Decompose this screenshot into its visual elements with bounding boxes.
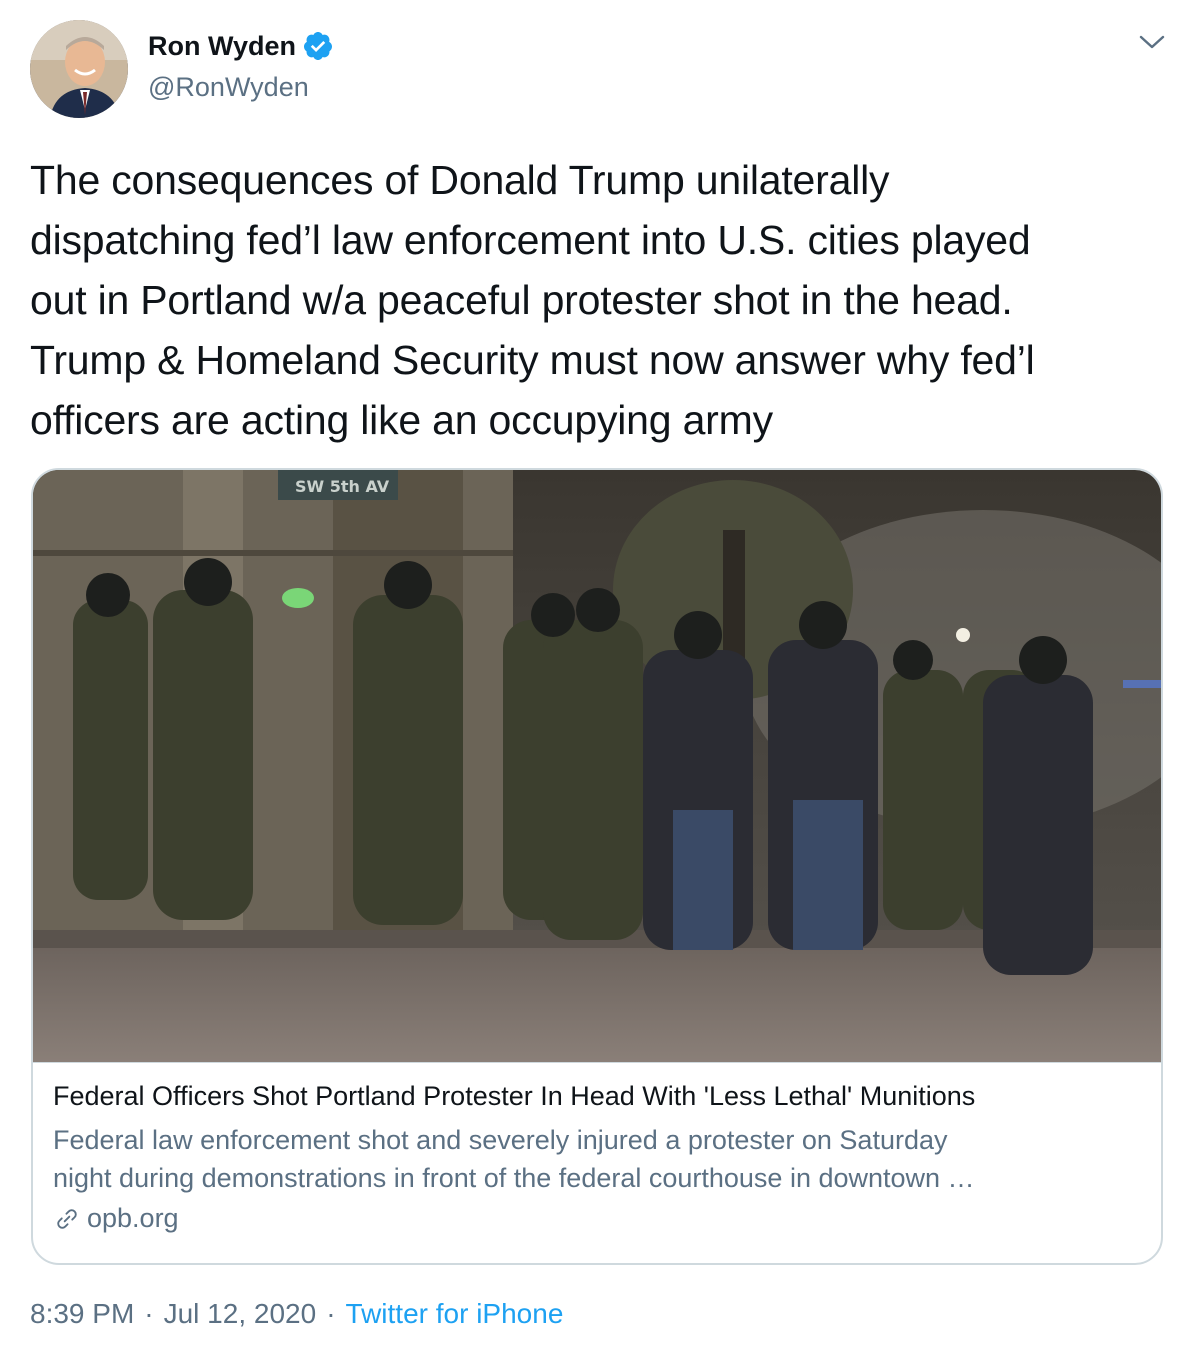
author-handle[interactable]: @RonWyden — [148, 72, 309, 103]
street-sign-text: SW 5th AV — [295, 477, 390, 496]
author-name[interactable]: Ron Wyden — [148, 31, 296, 62]
avatar-photo — [30, 20, 128, 118]
tweet-text: The consequences of Donald Trump unilate… — [30, 157, 1035, 443]
avatar[interactable] — [30, 20, 128, 118]
card-body[interactable]: Federal Officers Shot Portland Protester… — [33, 1062, 1161, 1263]
tweet-time[interactable]: 8:39 PM — [30, 1298, 134, 1330]
card-domain-row[interactable]: opb.org — [53, 1203, 179, 1234]
meta-separator: · — [144, 1298, 154, 1329]
card-description: Federal law enforcement shot and severel… — [53, 1125, 975, 1193]
meta-separator: · — [326, 1298, 336, 1329]
card-image[interactable]: SW 5th AV — [33, 470, 1163, 1062]
tweet-source-link[interactable]: Twitter for iPhone — [346, 1298, 564, 1330]
link-icon — [57, 1208, 77, 1229]
author-row: Ron Wyden — [148, 30, 334, 62]
tweet-meta: 8:39 PM · Jul 12, 2020 · Twitter for iPh… — [30, 1298, 563, 1330]
card-title[interactable]: Federal Officers Shot Portland Protester… — [53, 1081, 975, 1112]
tweet-date[interactable]: Jul 12, 2020 — [164, 1298, 317, 1330]
link-card[interactable]: SW 5th AV Federal Officers Shot Portland… — [31, 468, 1163, 1265]
verified-badge-icon — [302, 30, 334, 62]
chevron-down-icon[interactable] — [1138, 32, 1166, 52]
card-domain: opb.org — [87, 1203, 179, 1233]
